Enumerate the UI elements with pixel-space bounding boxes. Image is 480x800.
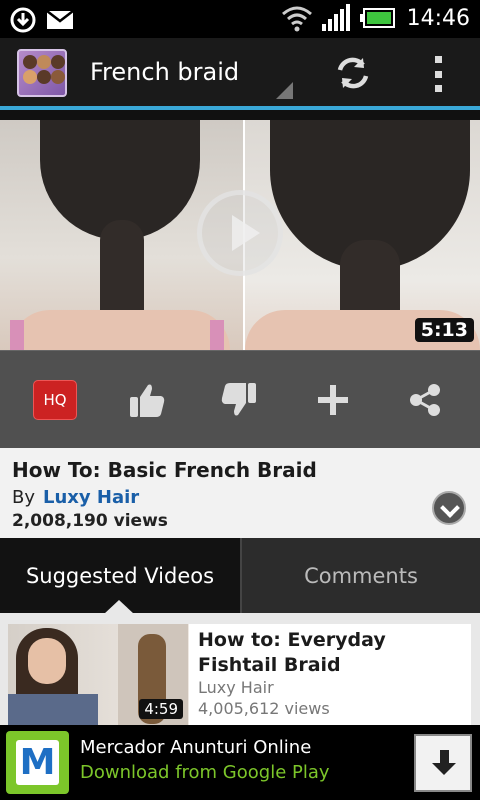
download-icon (10, 7, 36, 33)
add-icon (318, 385, 348, 415)
battery-icon (359, 8, 395, 28)
thumbnail-duration: 4:59 (139, 699, 183, 719)
signal-icon (321, 4, 350, 31)
video-controls: HQ (0, 350, 480, 448)
suggested-author: Luxy Hair (198, 678, 274, 697)
suggested-views: 4,005,612 views (198, 699, 330, 718)
page-title[interactable]: French braid (90, 58, 239, 86)
by-label: By (12, 487, 36, 508)
tab-bar: Suggested Videos Comments (0, 538, 480, 613)
video-thumbnail[interactable]: 4:59 (8, 624, 189, 725)
author-link[interactable]: Luxy Hair (43, 487, 139, 508)
dropdown-indicator[interactable] (276, 82, 293, 99)
dislike-icon (221, 383, 256, 416)
ad-app-icon[interactable]: M (6, 731, 69, 794)
video-player[interactable]: 5:13 (0, 120, 480, 350)
video-duration: 5:13 (414, 318, 474, 342)
clock: 14:46 (406, 5, 470, 31)
overflow-menu-icon[interactable] (426, 56, 450, 92)
tab-comments[interactable]: Comments (242, 538, 480, 613)
share-button[interactable] (403, 379, 447, 421)
download-arrow-icon[interactable] (414, 734, 472, 792)
ad-icon-letter: M (16, 740, 59, 785)
status-bar: 14:46 (0, 0, 480, 38)
byline: By Luxy Hair (12, 487, 139, 508)
play-icon[interactable] (197, 190, 283, 276)
ad-title[interactable]: Mercador Anunturi Online (80, 737, 311, 758)
mail-icon (46, 10, 74, 29)
wifi-icon (281, 6, 312, 32)
ad-subtitle[interactable]: Download from Google Play (80, 762, 330, 783)
share-icon (410, 384, 440, 416)
hq-button[interactable]: HQ (33, 379, 77, 421)
add-button[interactable] (311, 379, 355, 421)
view-count: 2,008,190 views (12, 511, 168, 531)
expand-details-button[interactable] (432, 491, 466, 525)
like-button[interactable] (125, 379, 169, 421)
dislike-button[interactable] (217, 379, 261, 421)
ad-banner[interactable]: M Mercador Anunturi Online Download from… (0, 725, 480, 800)
refresh-icon[interactable] (333, 53, 373, 93)
like-icon (130, 384, 165, 417)
suggested-title[interactable]: How to: Everyday Fishtail Braid (198, 628, 463, 678)
video-title: How To: Basic French Braid (12, 458, 317, 482)
hairstyle-app-icon[interactable] (17, 49, 67, 97)
hq-label: HQ (33, 380, 77, 420)
selected-tab-pointer (104, 600, 134, 614)
video-info: How To: Basic French Braid By Luxy Hair 2… (0, 448, 480, 538)
list-item[interactable]: 4:59 How to: Everyday Fishtail Braid Lux… (8, 624, 471, 734)
suggested-list: 4:59 How to: Everyday Fishtail Braid Lux… (0, 613, 480, 734)
action-bar: French braid (0, 38, 480, 106)
